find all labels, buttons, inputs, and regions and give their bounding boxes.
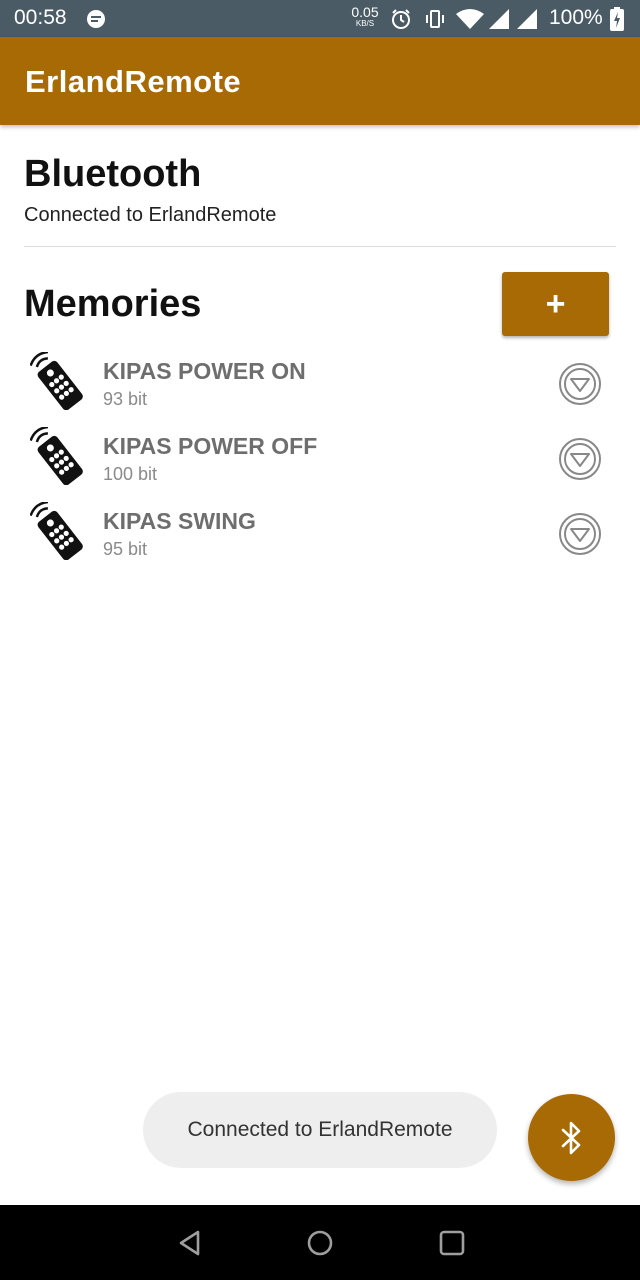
send-icon[interactable]: [558, 362, 602, 411]
status-time: 00:58: [14, 6, 67, 29]
memory-bits: 95 bit: [103, 539, 148, 559]
memories-list: KIPAS POWER ON 93 bit KIPAS POWER OFF 10…: [0, 346, 640, 571]
back-icon[interactable]: [176, 1229, 204, 1262]
memory-name: KIPAS POWER OFF: [103, 433, 318, 459]
signal-icon-1: [488, 8, 510, 35]
send-icon[interactable]: [558, 512, 602, 561]
battery-icon: [610, 7, 624, 36]
wifi-icon: [455, 8, 485, 35]
bluetooth-icon: [561, 1121, 581, 1155]
memory-item[interactable]: KIPAS SWING 95 bit: [0, 496, 640, 571]
memory-bits: 100 bit: [103, 464, 158, 484]
app-bar: ErlandRemote: [0, 37, 640, 125]
battery-percentage: 100%: [549, 6, 603, 29]
message-notification-icon: [86, 9, 106, 34]
bluetooth-heading: Bluetooth: [24, 153, 202, 195]
network-speed: 0.05 KB/S: [349, 5, 381, 28]
send-icon[interactable]: [558, 437, 602, 486]
memories-heading: Memories: [24, 283, 202, 325]
section-divider: [24, 246, 616, 247]
memory-name: KIPAS SWING: [103, 508, 256, 534]
status-bar: 00:58 0.05 KB/S 100%: [0, 0, 640, 37]
navigation-bar: [0, 1205, 640, 1280]
remote-control-icon: [29, 500, 88, 565]
vibrate-icon: [424, 8, 446, 35]
bluetooth-fab-button[interactable]: [528, 1094, 615, 1181]
network-speed-unit: KB/S: [355, 19, 375, 28]
memory-name: KIPAS POWER ON: [103, 358, 306, 384]
alarm-icon: [390, 8, 412, 35]
bluetooth-status: Connected to ErlandRemote: [24, 204, 277, 226]
app-title: ErlandRemote: [25, 64, 242, 99]
toast-message: Connected to ErlandRemote: [143, 1092, 497, 1168]
home-icon[interactable]: [306, 1229, 334, 1262]
memory-bits: 93 bit: [103, 389, 148, 409]
remote-control-icon: [29, 425, 88, 490]
memory-item[interactable]: KIPAS POWER OFF 100 bit: [0, 421, 640, 496]
add-memory-button[interactable]: +: [502, 272, 609, 336]
network-speed-value: 0.05: [351, 4, 379, 20]
memory-item[interactable]: KIPAS POWER ON 93 bit: [0, 346, 640, 421]
remote-control-icon: [29, 350, 88, 415]
signal-icon-2: [516, 8, 538, 35]
recents-icon[interactable]: [438, 1229, 466, 1262]
